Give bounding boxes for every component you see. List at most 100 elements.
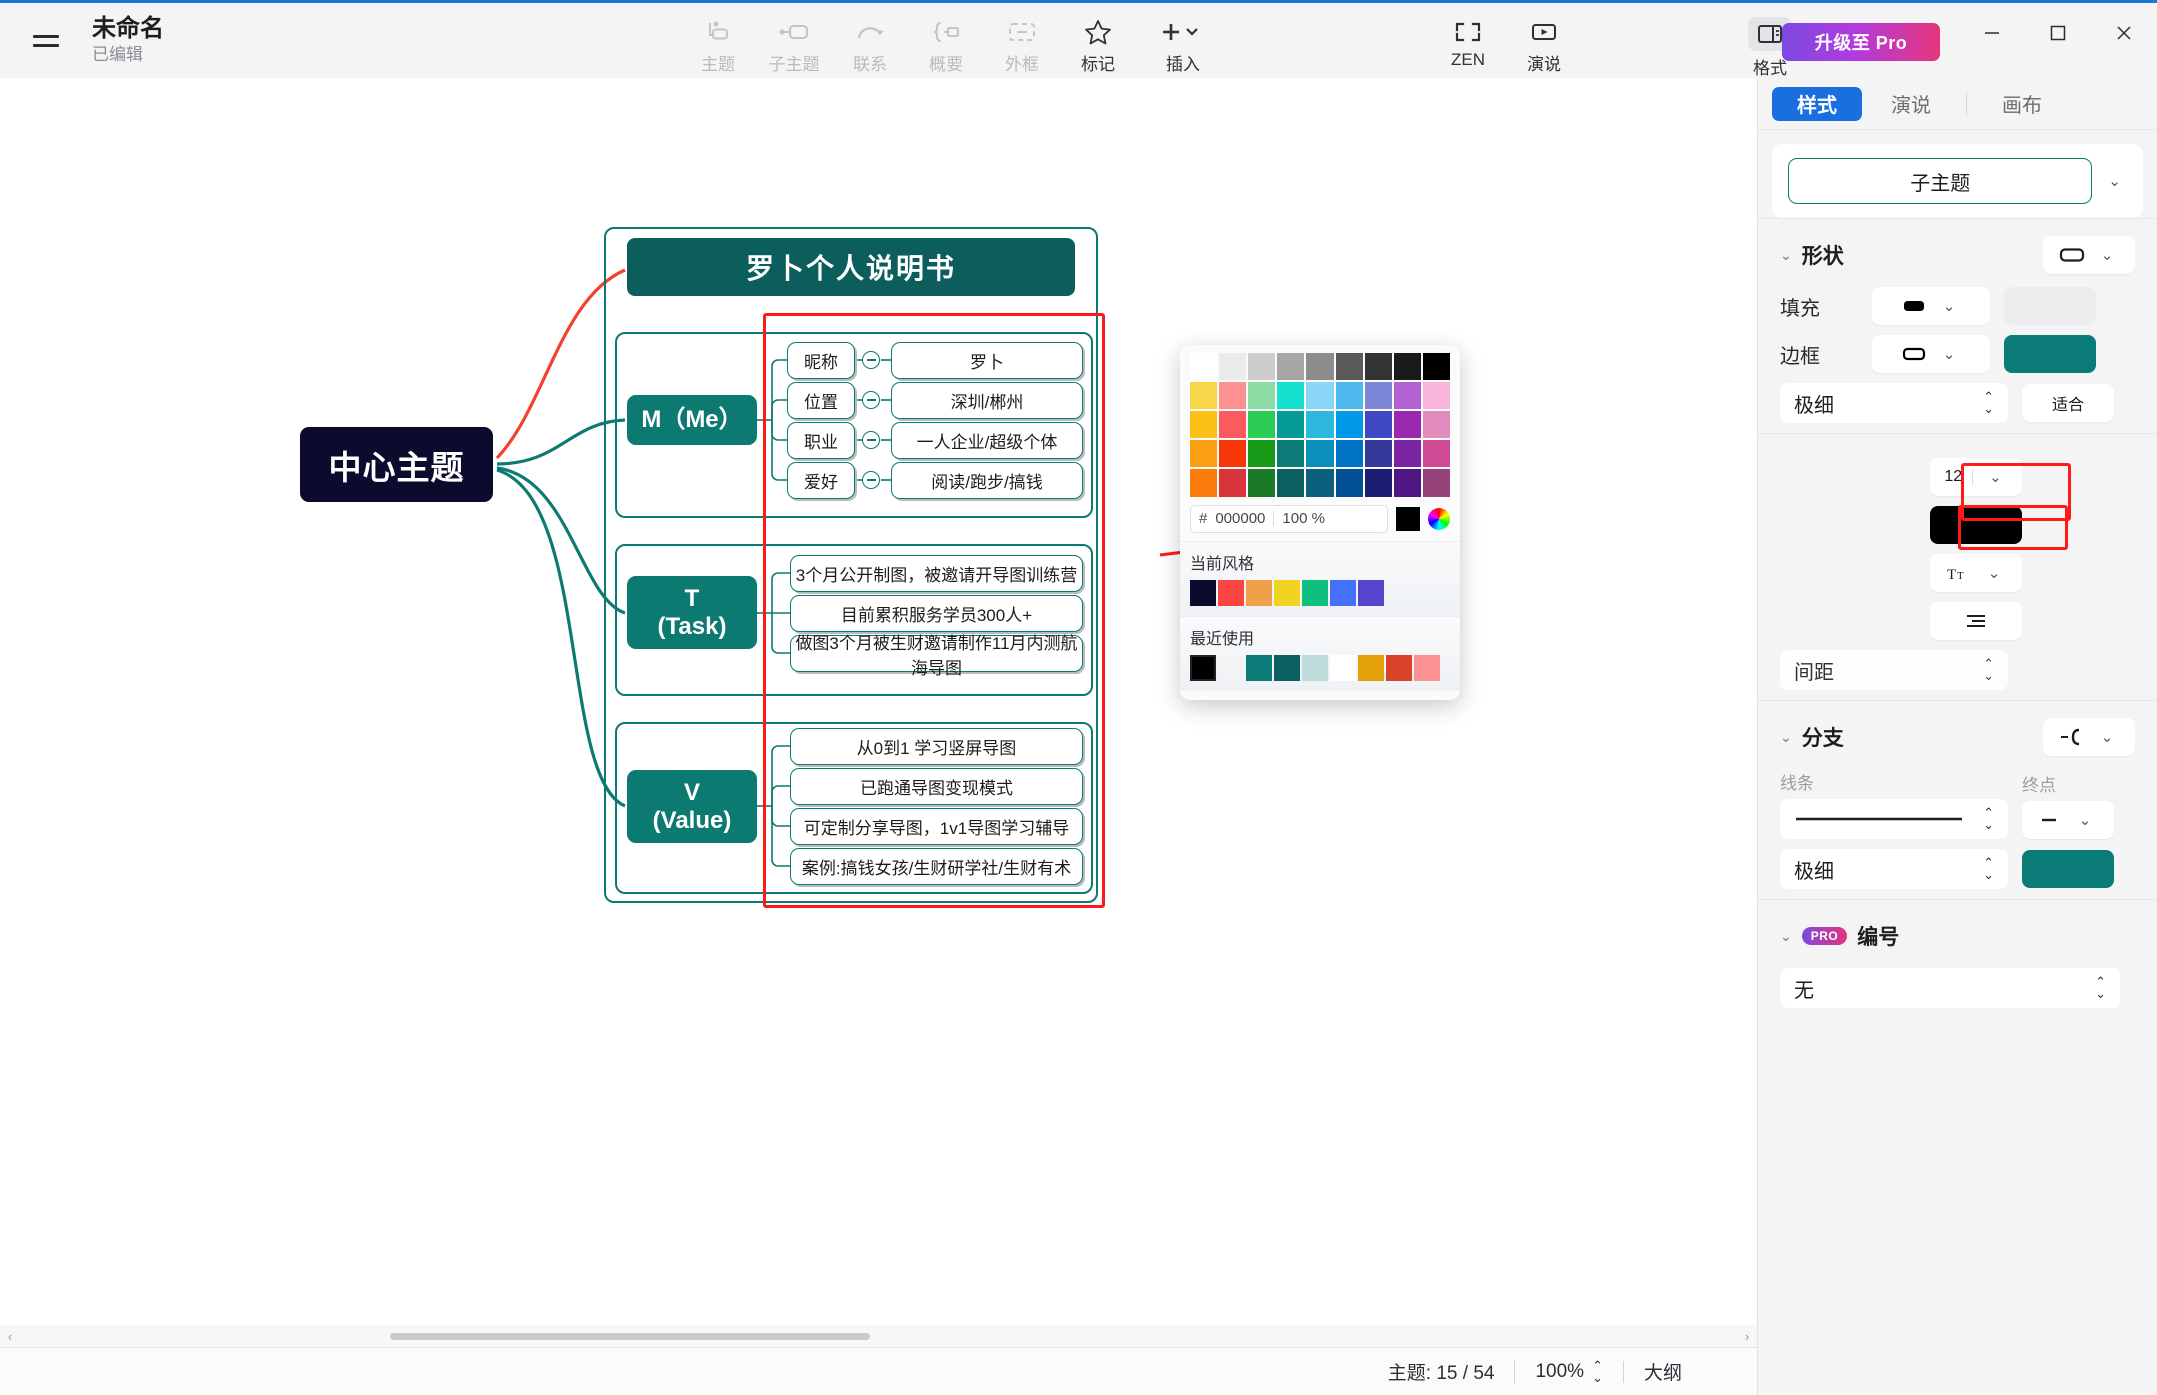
color-swatch[interactable] — [1277, 411, 1304, 438]
current-style-swatch[interactable] — [1190, 580, 1216, 606]
color-swatch[interactable] — [1306, 353, 1333, 380]
color-swatch[interactable] — [1423, 440, 1450, 467]
mindmap-branch-me[interactable]: M（Me） — [627, 395, 757, 445]
stepper-arrows-icon[interactable]: ⌃⌄ — [1983, 391, 1994, 414]
color-picker-popup[interactable]: # 000000 100 % 当前风格 最近使用 — [1180, 345, 1460, 700]
shape-section-header[interactable]: ⌄ 形状 ⌄ — [1780, 233, 2135, 277]
toolbar-item-relation[interactable]: 联系 — [832, 9, 908, 75]
recent-color-swatch[interactable] — [1190, 655, 1216, 681]
mindmap-canvas[interactable]: 中心主题 罗卜个人说明书 M（Me） 昵称 罗卜 位置 深圳/郴州 职业 一人企… — [0, 78, 1757, 1335]
color-swatch[interactable] — [1394, 353, 1421, 380]
toolbar-item-subtopic[interactable]: 子主题 — [756, 9, 832, 75]
menu-hamburger-icon[interactable] — [28, 23, 64, 59]
stepper-arrows-icon[interactable]: ⌃⌄ — [1983, 857, 1994, 880]
stepper-arrows-icon[interactable]: ⌃⌄ — [1983, 658, 1994, 681]
shape-style-dropdown[interactable]: ⌄ — [2043, 236, 2135, 274]
recent-color-swatch[interactable] — [1358, 655, 1384, 681]
recent-color-swatch[interactable] — [1414, 655, 1440, 681]
current-style-swatch[interactable] — [1302, 580, 1328, 606]
scrollbar-thumb[interactable] — [390, 1333, 870, 1340]
fit-button[interactable]: 适合 — [2022, 384, 2114, 422]
chevron-down-icon[interactable]: ⌄ — [1780, 729, 1792, 746]
numbering-stepper[interactable]: 无 ⌃⌄ — [1780, 968, 2120, 1008]
recent-color-swatch[interactable] — [1330, 655, 1356, 681]
current-style-swatch[interactable] — [1218, 580, 1244, 606]
text-align-button[interactable] — [1930, 602, 2022, 640]
close-button[interactable] — [2091, 3, 2157, 63]
color-swatch[interactable] — [1248, 411, 1275, 438]
fill-style-dropdown[interactable]: ⌄ — [1872, 287, 1990, 325]
upgrade-pro-button[interactable]: 升级至 Pro — [1782, 23, 1940, 61]
color-swatch[interactable] — [1219, 382, 1246, 409]
current-style-swatch[interactable] — [1358, 580, 1384, 606]
maximize-button[interactable] — [2025, 3, 2091, 63]
branch-shape-dropdown[interactable]: ⌄ — [2043, 718, 2135, 756]
color-swatch[interactable] — [1336, 353, 1363, 380]
color-swatch[interactable] — [1365, 353, 1392, 380]
color-swatch[interactable] — [1306, 411, 1333, 438]
toolbar-item-marker[interactable]: 标记 — [1060, 9, 1136, 75]
stepper-arrows-icon[interactable]: ⌃⌄ — [2095, 976, 2106, 999]
recent-color-swatch[interactable] — [1386, 655, 1412, 681]
color-swatch[interactable] — [1219, 353, 1246, 380]
border-style-dropdown[interactable]: ⌄ — [1872, 335, 1990, 373]
color-swatch[interactable] — [1394, 411, 1421, 438]
mindmap-title-node[interactable]: 罗卜个人说明书 — [627, 238, 1075, 296]
line-end-dropdown[interactable]: ⌄ — [2022, 801, 2114, 839]
color-swatch[interactable] — [1423, 353, 1450, 380]
line-style-stepper[interactable]: ⌃⌄ — [1780, 799, 2008, 839]
mindmap-center-node[interactable]: 中心主题 — [300, 427, 493, 502]
branch-thickness-stepper[interactable]: 极细 ⌃⌄ — [1780, 849, 2008, 889]
border-color-swatch[interactable] — [2004, 335, 2096, 373]
tab-presentation[interactable]: 演说 — [1866, 87, 1956, 121]
current-style-swatch[interactable] — [1330, 580, 1356, 606]
toolbar-item-summary[interactable]: 概要 — [908, 9, 984, 75]
color-swatch[interactable] — [1190, 411, 1217, 438]
numbering-section-header[interactable]: ⌄ PRO 编号 — [1780, 914, 2135, 958]
toolbar-item-topic[interactable]: 主题 — [680, 9, 756, 75]
color-swatch[interactable] — [1306, 440, 1333, 467]
outline-toggle[interactable]: 大纲 — [1644, 1358, 1682, 1385]
color-swatch[interactable] — [1394, 440, 1421, 467]
recent-color-swatch[interactable] — [1302, 655, 1328, 681]
mindmap-branch-task[interactable]: T (Task) — [627, 576, 757, 649]
hex-input[interactable]: # 000000 100 % — [1190, 505, 1388, 533]
color-swatch[interactable] — [1423, 469, 1450, 496]
node-type-selector[interactable]: 子主题 — [1788, 158, 2092, 204]
stepper-arrows-icon[interactable]: ⌃⌄ — [1983, 807, 1994, 830]
canvas-horizontal-scrollbar[interactable]: ‹ › — [0, 1325, 1757, 1347]
color-swatch[interactable] — [1277, 353, 1304, 380]
color-swatch[interactable] — [1365, 411, 1392, 438]
color-swatch[interactable] — [1423, 382, 1450, 409]
color-swatch[interactable] — [1336, 440, 1363, 467]
zoom-stepper-icon[interactable]: ⌃⌄ — [1592, 1360, 1603, 1383]
fill-color-swatch[interactable] — [2004, 287, 2096, 325]
scroll-left-icon[interactable]: ‹ — [0, 1329, 20, 1344]
color-swatch[interactable] — [1190, 382, 1217, 409]
color-swatch[interactable] — [1248, 469, 1275, 496]
minimize-button[interactable] — [1959, 3, 2025, 63]
color-swatch[interactable] — [1394, 469, 1421, 496]
current-style-swatch[interactable] — [1274, 580, 1300, 606]
color-swatch[interactable] — [1219, 411, 1246, 438]
color-swatch[interactable] — [1365, 440, 1392, 467]
chevron-down-icon[interactable]: ⌄ — [2102, 172, 2127, 190]
branch-color-swatch[interactable] — [2022, 850, 2114, 888]
tab-canvas[interactable]: 画布 — [1977, 87, 2067, 121]
zoom-control[interactable]: 100% ⌃⌄ — [1535, 1360, 1603, 1383]
color-swatch[interactable] — [1190, 353, 1217, 380]
toolbar-item-insert[interactable]: 插入 — [1136, 9, 1230, 75]
color-swatch[interactable] — [1336, 411, 1363, 438]
color-swatch[interactable] — [1365, 469, 1392, 496]
color-swatch[interactable] — [1248, 440, 1275, 467]
text-case-dropdown[interactable]: TT ⌄ — [1930, 554, 2022, 592]
chevron-down-icon[interactable]: ⌄ — [1780, 928, 1792, 945]
branch-section-header[interactable]: ⌄ 分支 ⌄ — [1780, 715, 2135, 759]
document-title-block[interactable]: 未命名 已编辑 — [92, 15, 164, 67]
scrollbar-track[interactable] — [20, 1333, 1737, 1340]
recent-color-swatch[interactable] — [1274, 655, 1300, 681]
border-thickness-stepper[interactable]: 极细 ⌃⌄ — [1780, 383, 2008, 423]
chevron-down-icon[interactable]: ⌄ — [1780, 247, 1792, 264]
color-swatch[interactable] — [1219, 469, 1246, 496]
color-swatch[interactable] — [1219, 440, 1246, 467]
